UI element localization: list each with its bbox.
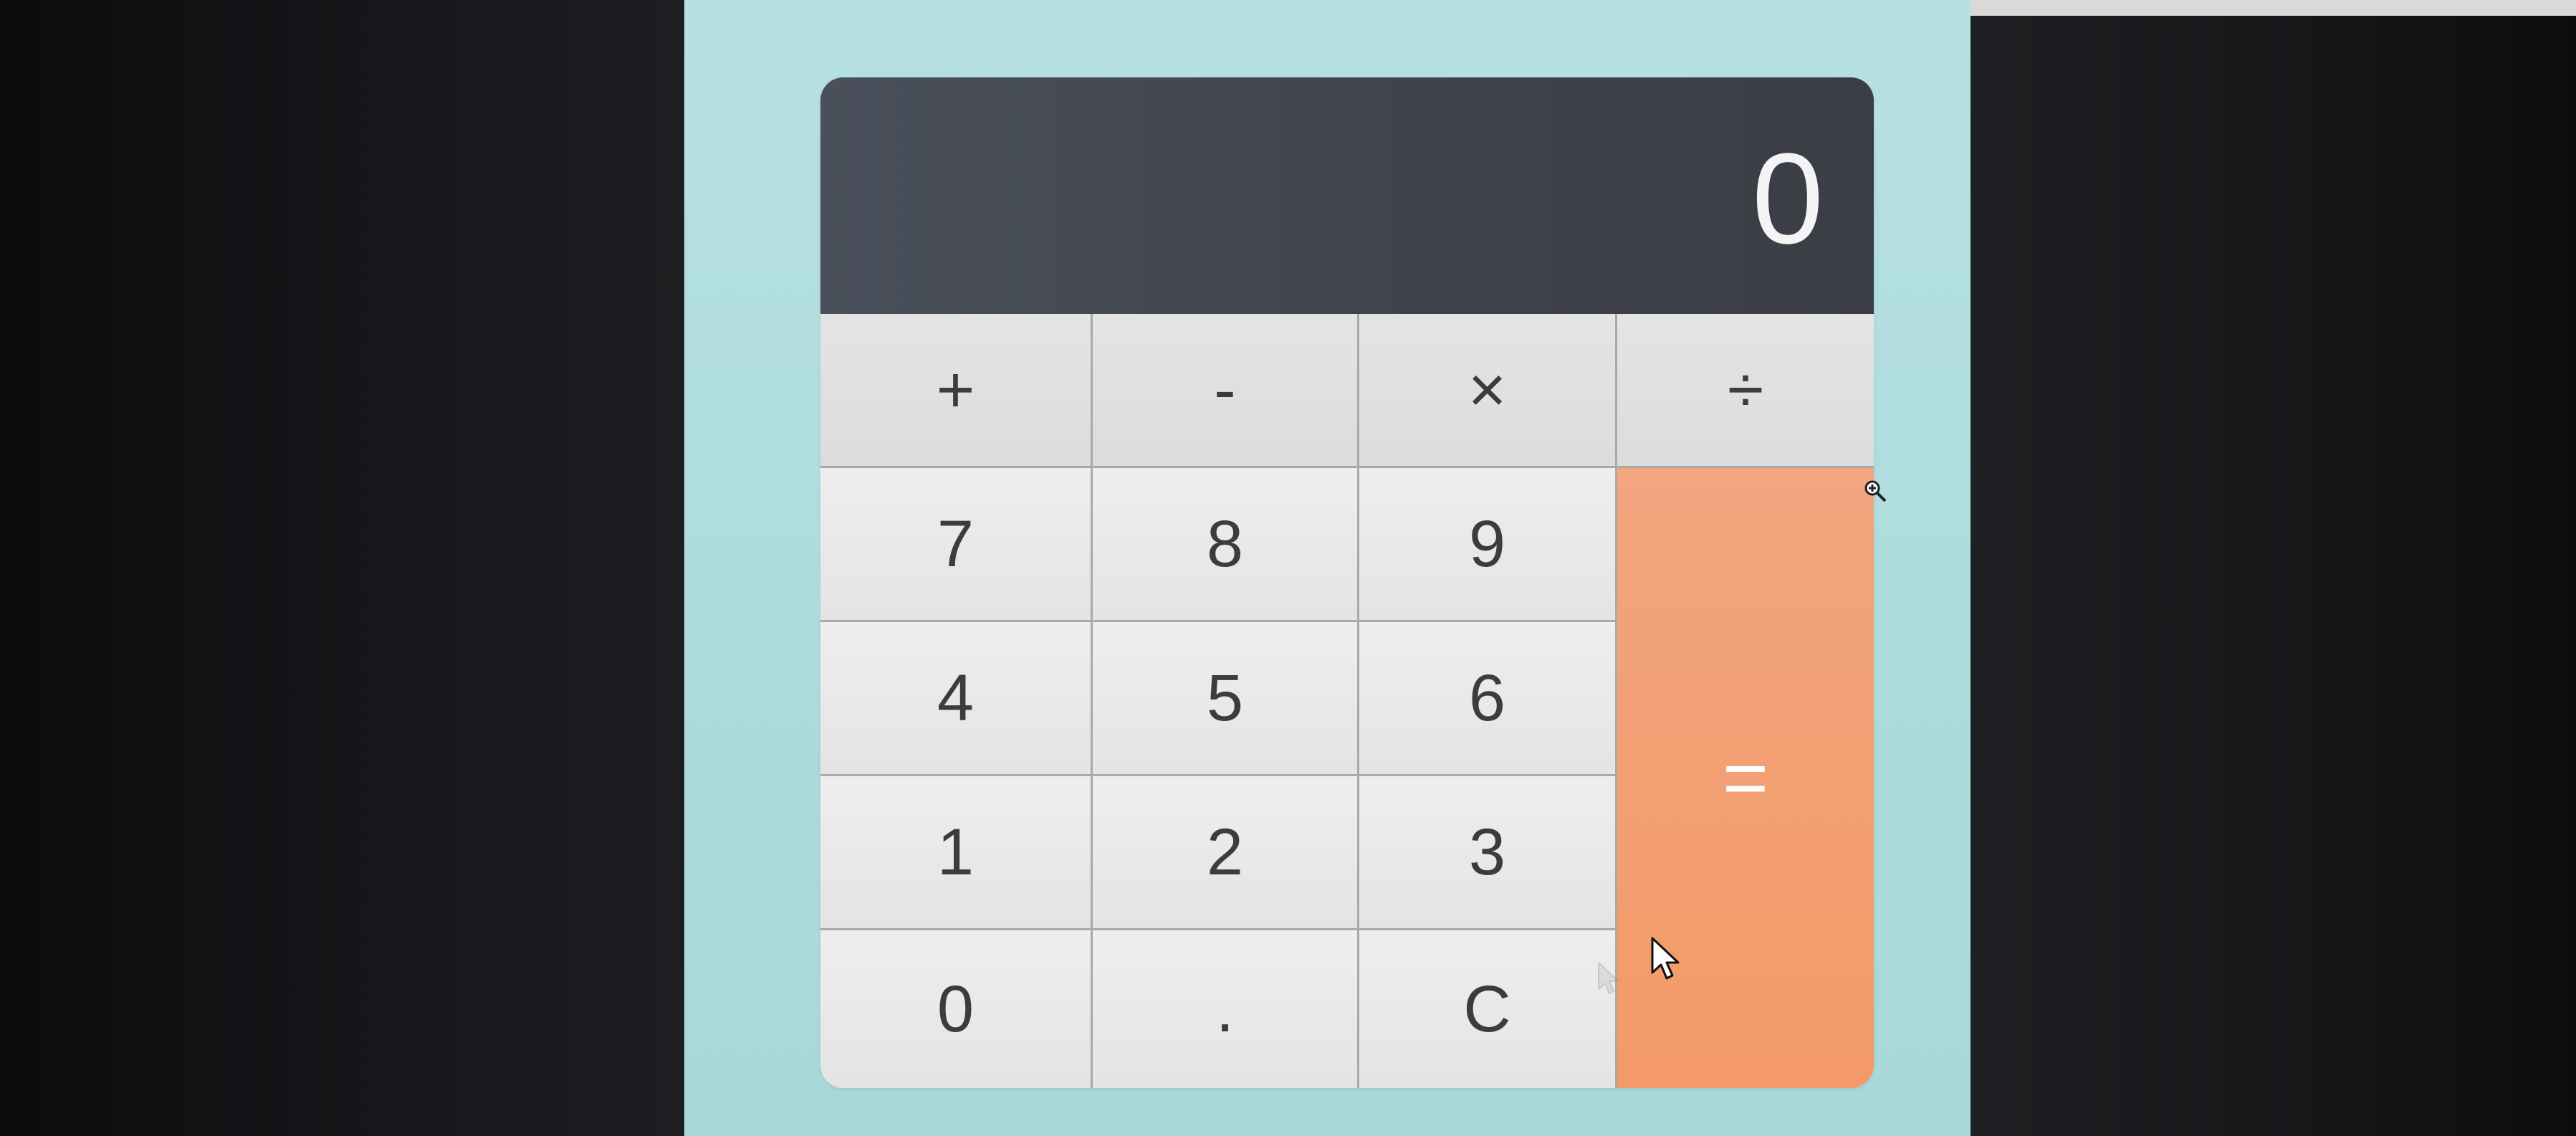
- calculator: 0 + - × ÷ 7 8 9 = 4 5 6 1 2 3 0 . C: [820, 77, 1874, 1088]
- display-value: 0: [1751, 127, 1824, 271]
- digit-1-button[interactable]: 1: [820, 776, 1093, 930]
- monitor-bezel-right: [1971, 0, 2576, 1136]
- digit-6-button[interactable]: 6: [1359, 622, 1617, 776]
- digit-9-button[interactable]: 9: [1359, 468, 1617, 622]
- digit-8-button[interactable]: 8: [1093, 468, 1359, 622]
- monitor-bezel-left: [0, 0, 684, 1136]
- digit-7-button[interactable]: 7: [820, 468, 1093, 622]
- add-button[interactable]: +: [820, 314, 1093, 468]
- clear-button[interactable]: C: [1359, 930, 1617, 1088]
- keypad: + - × ÷ 7 8 9 = 4 5 6 1 2 3 0 . C: [820, 314, 1874, 1088]
- arrow-cursor-icon: [1651, 937, 1680, 980]
- digit-3-button[interactable]: 3: [1359, 776, 1617, 930]
- divide-button[interactable]: ÷: [1617, 314, 1874, 468]
- zoom-in-cursor-icon: [1864, 480, 1887, 502]
- ghost-cursor-icon: [1598, 962, 1619, 994]
- decimal-button[interactable]: .: [1093, 930, 1359, 1088]
- equals-button[interactable]: =: [1617, 468, 1874, 1088]
- subtract-button[interactable]: -: [1093, 314, 1359, 468]
- calculator-display: 0: [820, 77, 1874, 314]
- multiply-button[interactable]: ×: [1359, 314, 1617, 468]
- digit-2-button[interactable]: 2: [1093, 776, 1359, 930]
- digit-5-button[interactable]: 5: [1093, 622, 1359, 776]
- digit-4-button[interactable]: 4: [820, 622, 1093, 776]
- digit-0-button[interactable]: 0: [820, 930, 1093, 1088]
